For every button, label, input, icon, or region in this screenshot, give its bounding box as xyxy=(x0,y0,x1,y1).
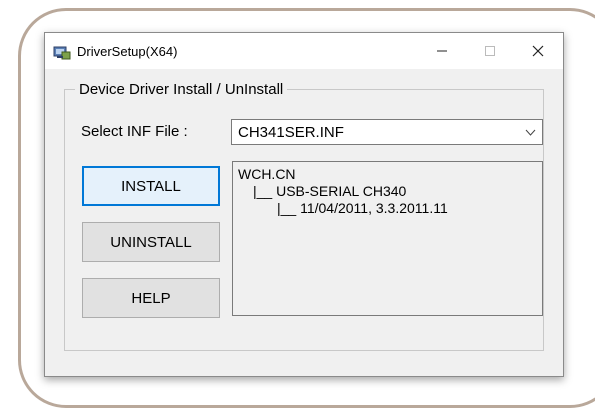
uninstall-button[interactable]: UNINSTALL xyxy=(82,222,220,262)
help-button[interactable]: HELP xyxy=(82,278,220,318)
close-icon xyxy=(532,45,544,57)
close-button[interactable] xyxy=(515,33,561,69)
driver-info-box: WCH.CN |__ USB-SERIAL CH340 |__ 11/04/20… xyxy=(232,161,543,316)
help-label: HELP xyxy=(131,289,171,307)
info-line-device: |__ USB-SERIAL CH340 xyxy=(253,183,407,199)
window-title: DriverSetup(X64) xyxy=(77,44,178,59)
info-line-vendor: WCH.CN xyxy=(238,166,296,182)
inf-file-value: CH341SER.INF xyxy=(238,124,344,141)
chevron-down-icon xyxy=(525,129,536,136)
driver-setup-window: DriverSetup(X64) Device Driver Install /… xyxy=(44,32,564,377)
install-label: INSTALL xyxy=(121,177,181,195)
inf-file-dropdown[interactable]: CH341SER.INF xyxy=(231,119,543,145)
install-button[interactable]: INSTALL xyxy=(82,166,220,206)
maximize-button[interactable] xyxy=(467,33,513,69)
group-label: Device Driver Install / UnInstall xyxy=(75,81,288,98)
inf-file-label: Select INF File : xyxy=(81,123,188,140)
maximize-icon xyxy=(485,46,495,56)
uninstall-label: UNINSTALL xyxy=(110,233,192,251)
minimize-icon xyxy=(437,50,447,52)
info-line-version: |__ 11/04/2011, 3.3.2011.11 xyxy=(277,200,448,216)
title-bar[interactable]: DriverSetup(X64) xyxy=(45,33,563,69)
minimize-button[interactable] xyxy=(419,33,465,69)
driver-setup-icon xyxy=(53,46,71,60)
